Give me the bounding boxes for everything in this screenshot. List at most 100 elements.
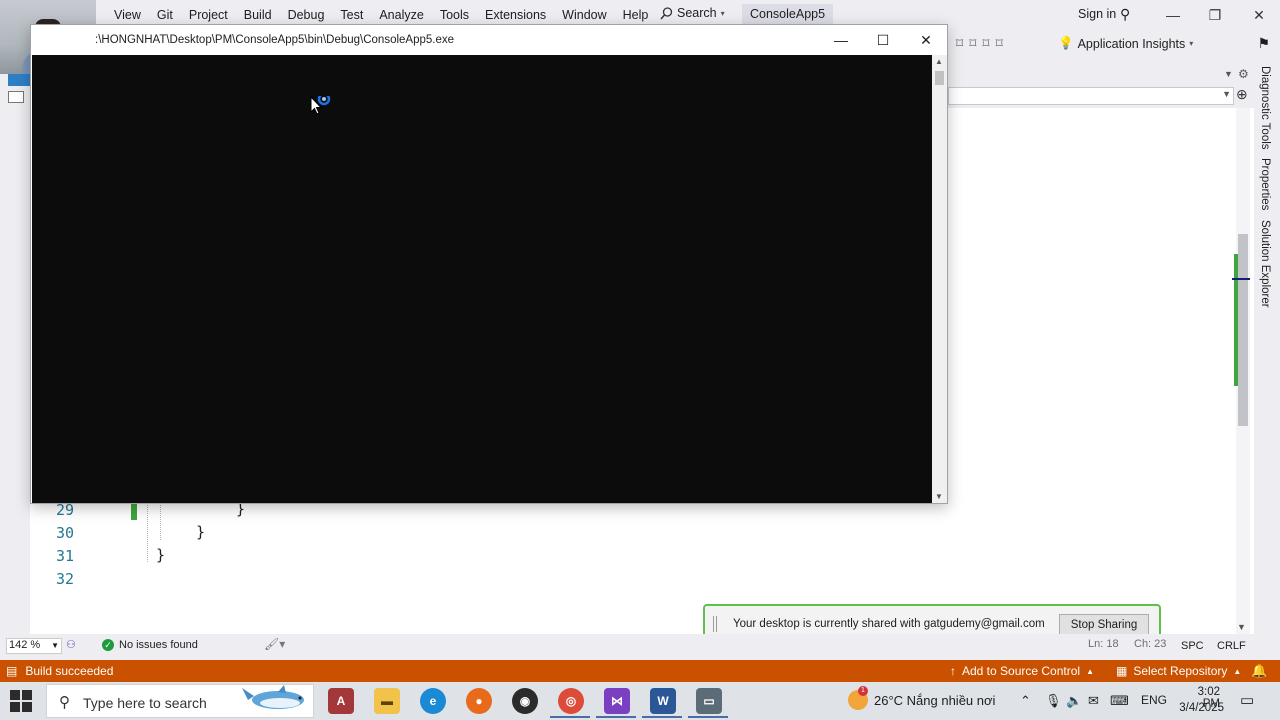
line-ending[interactable]: CRLF xyxy=(1217,640,1246,652)
bookmark-clear-icon[interactable]: ⌑ xyxy=(996,35,1003,52)
feedback-icon[interactable]: ⚑ xyxy=(1257,35,1270,52)
menu-window[interactable]: Window xyxy=(554,6,614,24)
line-number: 30 xyxy=(55,524,74,542)
check-icon: ✓ xyxy=(102,639,114,651)
tab-solution-explorer[interactable]: Solution Explorer xyxy=(1259,220,1271,308)
class-view-icon[interactable] xyxy=(8,91,24,103)
word-icon[interactable]: W xyxy=(650,688,676,714)
menu-git[interactable]: Git xyxy=(149,6,181,24)
menu-test[interactable]: Test xyxy=(332,6,371,24)
scrollbar-thumb[interactable] xyxy=(1238,234,1248,426)
menu-debug[interactable]: Debug xyxy=(280,6,333,24)
code-line: } xyxy=(196,523,206,541)
console-minimize-button[interactable]: — xyxy=(821,29,861,51)
busy-cursor-icon xyxy=(310,96,331,115)
menu-tools[interactable]: Tools xyxy=(432,6,477,24)
minimize-button[interactable]: — xyxy=(1158,4,1188,26)
toolbar-icons: ⌑ ⌑ ⌑ ⌑ xyxy=(956,35,1003,52)
notification-bell-icon[interactable]: 🔔 xyxy=(1251,663,1267,679)
weather-text[interactable]: 26°C Nắng nhiều nơi xyxy=(874,693,995,708)
console-output[interactable] xyxy=(32,55,932,503)
taskbar-search-placeholder: Type here to search xyxy=(83,695,207,711)
chrome-icon[interactable]: ◎ xyxy=(558,688,584,714)
console-titlebar[interactable]: :\HONGNHAT\Desktop\PM\ConsoleApp5\bin\De… xyxy=(31,25,947,55)
menu-help[interactable]: Help xyxy=(615,6,657,24)
chevron-down-icon: ▼ xyxy=(51,641,59,650)
bookmark-prev-icon[interactable]: ⌑ xyxy=(969,35,976,52)
scrollbar-thumb[interactable] xyxy=(935,71,944,85)
tab-diagnostic-tools[interactable]: Diagnostic Tools xyxy=(1259,66,1271,150)
chevron-up-icon[interactable]: ▲ xyxy=(935,57,943,66)
split-editor-icon[interactable]: ⊕ xyxy=(1236,86,1248,103)
vs-search-button[interactable]: Search ▾ xyxy=(660,6,725,20)
editor-status-row: 142 % ▼ ⚇ ✓ No issues found 🖌▾ Ln: 18 Ch… xyxy=(0,634,1254,660)
firefox-icon[interactable]: ● xyxy=(466,688,492,714)
obs-icon[interactable]: ◉ xyxy=(512,688,538,714)
microphone-icon[interactable]: 🎙 xyxy=(1045,693,1062,709)
close-button[interactable]: ✕ xyxy=(1244,4,1274,26)
drag-handle[interactable] xyxy=(713,616,717,632)
whitespace-mode[interactable]: SPC xyxy=(1181,640,1204,652)
build-status: ▤ Build succeeded xyxy=(6,664,113,678)
chevron-down-icon: ▾ xyxy=(1189,39,1194,48)
bookmark-icon[interactable]: ⌑ xyxy=(956,35,963,52)
console-close-button[interactable]: ✕ xyxy=(906,29,946,51)
select-repository-button[interactable]: ▦ Select Repository ▲ xyxy=(1116,664,1241,678)
language-indicator[interactable]: ENG xyxy=(1141,693,1167,707)
edge-browser-icon[interactable]: e xyxy=(420,688,446,714)
console-scrollbar[interactable]: ▲ ▼ xyxy=(932,55,947,503)
left-tool-strip xyxy=(0,74,36,660)
zoom-dropdown[interactable]: 142 % ▼ xyxy=(6,638,62,654)
keyboard-icon[interactable]: ⌨ xyxy=(1110,693,1129,709)
input-method-icon[interactable]: ✉ xyxy=(1088,693,1099,709)
output-icon[interactable]: ▤ xyxy=(6,664,17,678)
chevron-down-icon[interactable]: ▼ xyxy=(935,492,943,501)
restore-button[interactable]: ❐ xyxy=(1200,4,1230,26)
line-position: Ln: 18 xyxy=(1088,638,1119,650)
chevron-up-icon[interactable]: ⌃ xyxy=(1020,693,1031,709)
source-control-label: Add to Source Control xyxy=(962,664,1081,678)
clock-date[interactable]: 3/4/2025 xyxy=(1176,702,1224,714)
bookmark-next-icon[interactable]: ⌑ xyxy=(982,35,989,52)
copilot-icon[interactable]: ⚇ xyxy=(66,638,76,651)
stop-sharing-button[interactable]: Stop Sharing xyxy=(1059,614,1149,636)
app-insights-label: Application Insights xyxy=(1077,36,1186,51)
member-dropdown[interactable]: ▼ xyxy=(948,87,1234,105)
issues-indicator[interactable]: ✓ No issues found xyxy=(102,639,198,651)
menu-bar: View Git Project Build Debug Test Analyz… xyxy=(106,6,656,24)
tab-properties[interactable]: Properties xyxy=(1259,158,1271,210)
dolphin-search-highlight-icon xyxy=(242,685,304,709)
issues-text: No issues found xyxy=(119,639,198,651)
gear-icon[interactable]: ⚙ xyxy=(1238,67,1249,81)
menu-project[interactable]: Project xyxy=(181,6,236,24)
line-number: 31 xyxy=(55,547,74,565)
right-tool-panel: Diagnostic Tools Properties Solution Exp… xyxy=(1254,58,1280,660)
windows-start-icon[interactable] xyxy=(10,690,32,712)
indent-guide xyxy=(147,500,148,562)
search-icon xyxy=(660,6,673,19)
file-explorer-icon[interactable]: ▬ xyxy=(374,688,400,714)
visual-studio-icon[interactable]: ⋈ xyxy=(604,688,630,714)
chevron-down-icon: ▼ xyxy=(1222,89,1231,99)
access-app-icon[interactable]: A xyxy=(328,688,354,714)
notification-center-icon[interactable]: ▭ xyxy=(1240,691,1254,709)
menu-view[interactable]: View xyxy=(106,6,149,24)
app-insights-button[interactable]: 💡 Application Insights ▾ xyxy=(1058,36,1193,51)
add-to-source-control-button[interactable]: ↑ Add to Source Control ▲ xyxy=(950,664,1094,678)
chevron-down-icon[interactable]: ▼ xyxy=(1224,69,1233,79)
windows-taskbar: ⚲ Type here to search A ▬ e ● ◉ ◎ ⋈ W ▭ … xyxy=(0,682,1280,720)
cleanup-icon[interactable]: 🖌▾ xyxy=(264,637,285,651)
active-app-indicator xyxy=(550,716,590,718)
chevron-down-icon: ▾ xyxy=(720,8,725,18)
active-app-indicator xyxy=(688,716,728,718)
menu-extensions[interactable]: Extensions xyxy=(477,6,554,24)
nav-bar: ▼ ⚙ ▼ ⊕ xyxy=(948,58,1254,108)
console-app-icon[interactable]: ▭ xyxy=(696,688,722,714)
menu-build[interactable]: Build xyxy=(236,6,280,24)
menu-analyze[interactable]: Analyze xyxy=(371,6,431,24)
chevron-down-icon[interactable]: ▼ xyxy=(1237,622,1246,632)
account-icon[interactable]: ⚲ xyxy=(1120,6,1130,23)
speaker-icon[interactable]: 🔈 xyxy=(1066,693,1082,709)
sign-in-link[interactable]: Sign in xyxy=(1078,7,1116,21)
console-maximize-button[interactable]: ☐ xyxy=(863,29,903,51)
